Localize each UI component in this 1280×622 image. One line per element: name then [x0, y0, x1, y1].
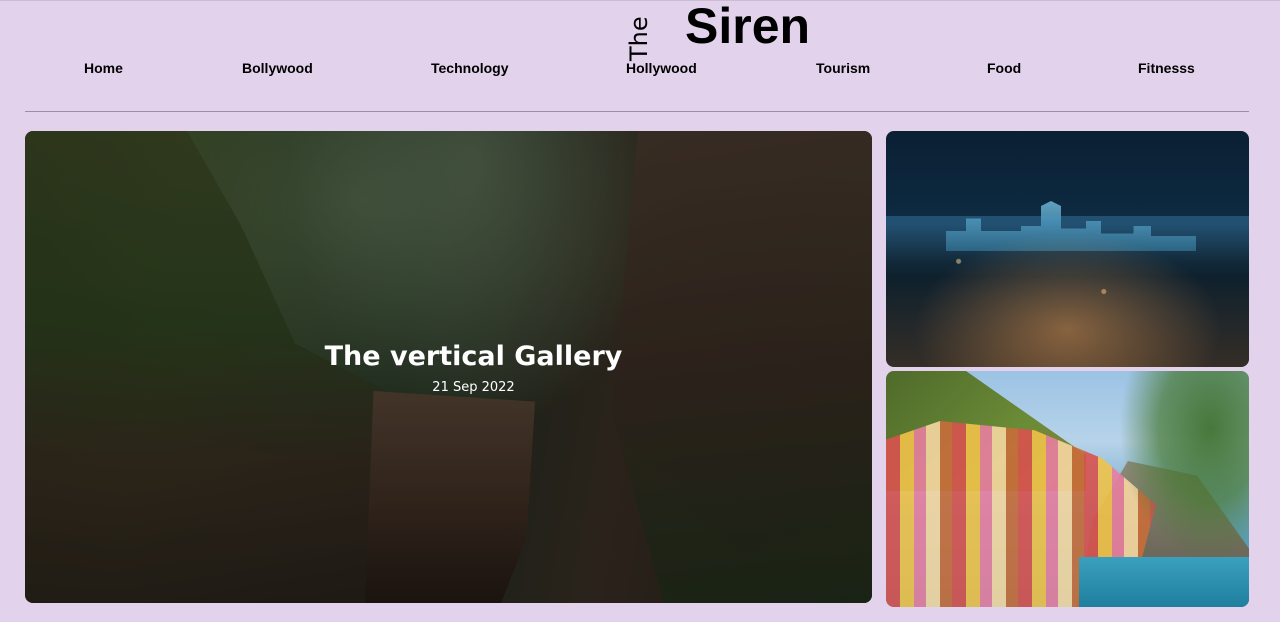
city-lights [886, 216, 1249, 367]
nav-item-hollywood[interactable]: Hollywood [626, 60, 697, 76]
logo-prefix: The [625, 16, 655, 63]
nav-item-food[interactable]: Food [987, 60, 1021, 76]
nav-item-tourism[interactable]: Tourism [816, 60, 870, 76]
page: The Siren Home Bollywood Technology Holl… [0, 0, 1280, 622]
coast-sea [1079, 557, 1249, 607]
hero-date: 21 Sep 2022 [432, 380, 515, 395]
header-divider [25, 111, 1249, 112]
hero-card[interactable]: The vertical Gallery 21 Sep 2022 [25, 131, 872, 603]
coastal-village-card[interactable] [886, 371, 1249, 607]
nav-item-fitness[interactable]: Fitnesss [1138, 60, 1195, 76]
coast-pine [1119, 371, 1249, 561]
nav-item-technology[interactable]: Technology [431, 60, 509, 76]
city-night-card[interactable] [886, 131, 1249, 367]
nav-item-bollywood[interactable]: Bollywood [242, 60, 313, 76]
hero-title[interactable]: The vertical Gallery [50, 341, 872, 372]
nav-item-home[interactable]: Home [84, 60, 123, 76]
logo-name[interactable]: Siren [685, 0, 810, 55]
logo-prefix-text: The [625, 16, 653, 61]
